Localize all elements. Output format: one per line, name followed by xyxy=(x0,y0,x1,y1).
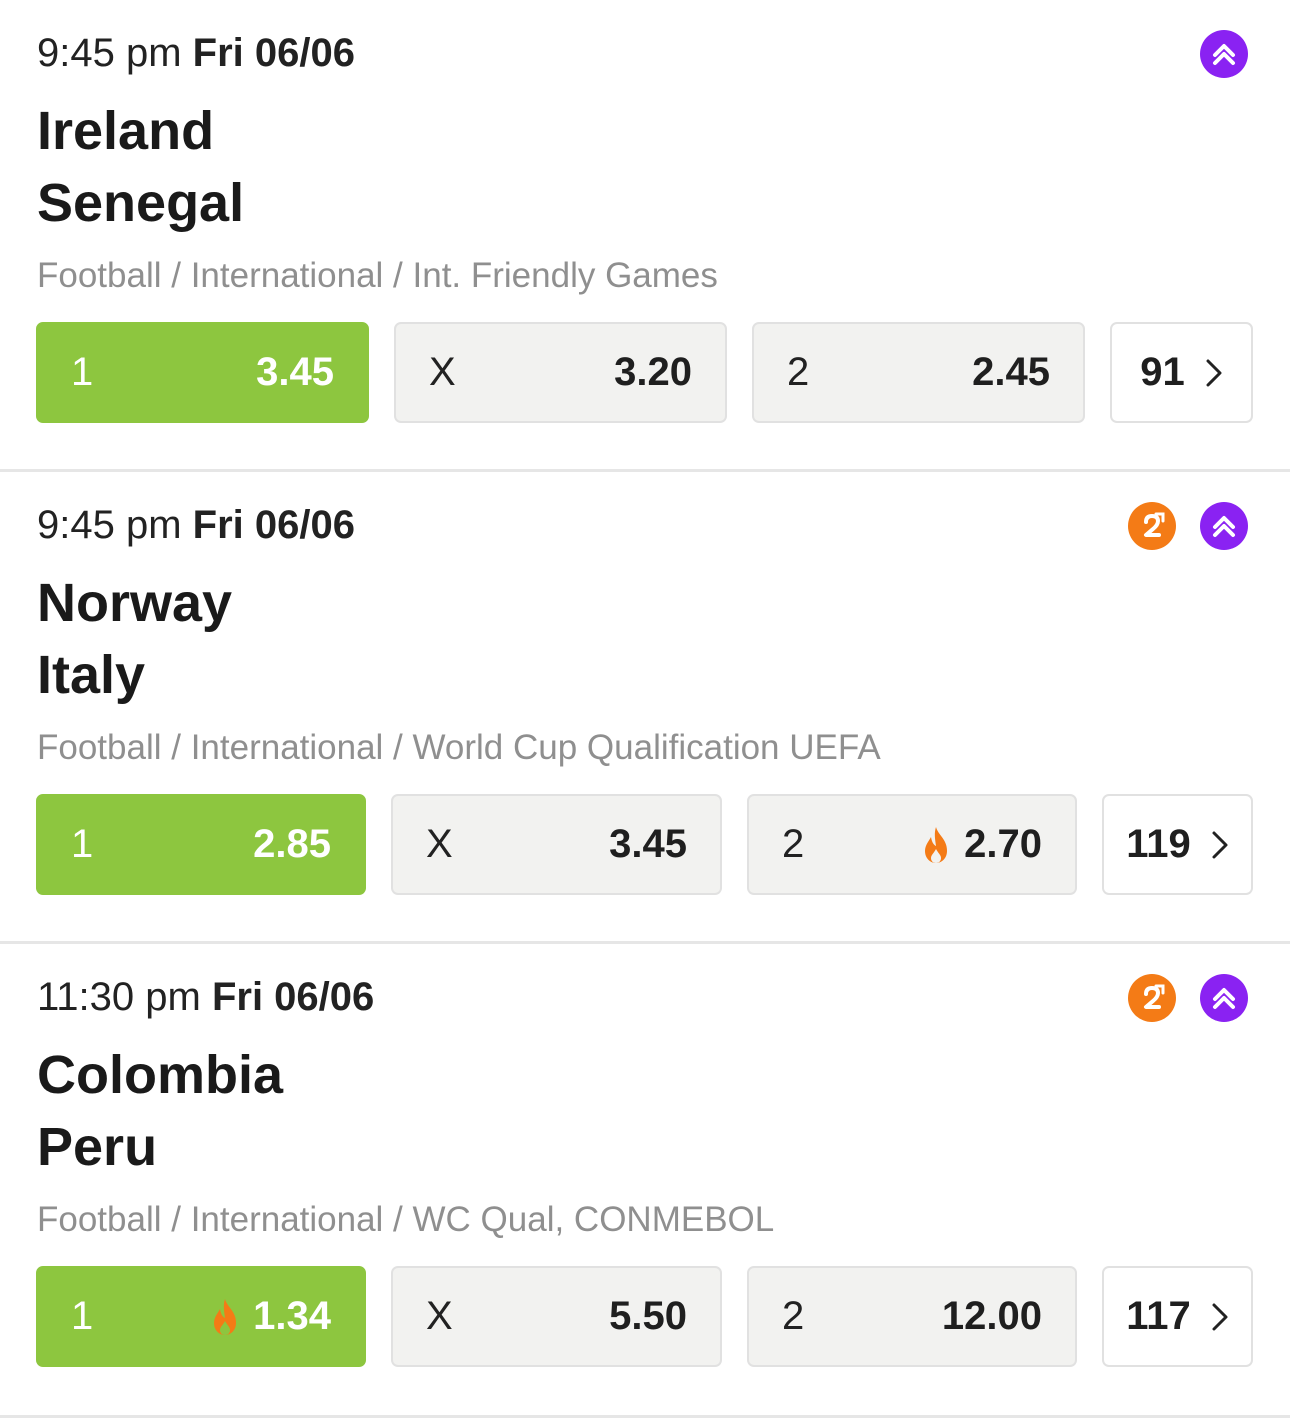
home-team[interactable]: Ireland xyxy=(37,100,214,162)
odds-button-draw[interactable]: X 3.45 xyxy=(391,794,722,895)
home-team[interactable]: Norway xyxy=(37,572,232,634)
more-markets-count: 119 xyxy=(1126,822,1191,866)
kickoff-time: 9:45 pm Fri 06/06 xyxy=(37,502,355,548)
kickoff-time: 11:30 pm Fri 06/06 xyxy=(37,974,374,1020)
kickoff-date: Fri 06/06 xyxy=(192,503,355,547)
home-team[interactable]: Colombia xyxy=(37,1044,283,1106)
outcome-label: 2 xyxy=(782,1294,805,1338)
kickoff-date: Fri 06/06 xyxy=(192,31,355,75)
odds-price: 1.34 xyxy=(253,1294,331,1338)
odds-button-draw[interactable]: X 3.20 xyxy=(394,322,727,423)
odds-price: 2.85 xyxy=(253,822,331,866)
more-markets-button[interactable]: 119 xyxy=(1102,794,1253,895)
odds-button-away[interactable]: 2 12.00 xyxy=(747,1266,1077,1367)
odds-button-home[interactable]: 1 3.45 xyxy=(36,322,369,423)
odds-button-away[interactable]: 2 2.45 xyxy=(752,322,1085,423)
outcome-label: 1 xyxy=(71,350,94,394)
boost-icon[interactable] xyxy=(1200,974,1248,1022)
odds-price: 2.45 xyxy=(972,350,1050,394)
promo-badges xyxy=(1128,502,1248,550)
away-team[interactable]: Senegal xyxy=(37,172,244,234)
outcome-label: 1 xyxy=(71,1294,94,1338)
odds-price: 5.50 xyxy=(609,1294,687,1338)
league-breadcrumb: Football / International / WC Qual, CONM… xyxy=(37,1200,775,1239)
promo-badges xyxy=(1128,974,1248,1022)
two-up-icon[interactable] xyxy=(1128,502,1176,550)
boost-icon[interactable] xyxy=(1200,502,1248,550)
odds-button-home[interactable]: 1 2.85 xyxy=(36,794,366,895)
chevron-right-icon xyxy=(1212,831,1228,858)
odds-price: 3.20 xyxy=(614,350,692,394)
more-markets-button[interactable]: 117 xyxy=(1102,1266,1253,1367)
kickoff-time-value: 11:30 pm xyxy=(37,975,201,1019)
flame-icon xyxy=(214,1298,237,1335)
odds-price: 12.00 xyxy=(941,1294,1042,1338)
league-breadcrumb: Football / International / Int. Friendly… xyxy=(37,256,718,295)
outcome-label: 1 xyxy=(71,822,94,866)
odds-row: 1 1.34 X 5.50 2 12.00 117 xyxy=(36,1266,1253,1367)
flame-icon xyxy=(925,826,948,863)
two-up-icon[interactable] xyxy=(1128,974,1176,1022)
chevron-right-icon xyxy=(1212,1303,1228,1330)
odds-button-home[interactable]: 1 1.34 xyxy=(36,1266,366,1367)
more-markets-button[interactable]: 91 xyxy=(1110,322,1253,423)
promo-badges xyxy=(1200,30,1248,78)
more-markets-count: 91 xyxy=(1140,350,1185,394)
kickoff-time-value: 9:45 pm xyxy=(37,31,182,75)
boost-icon[interactable] xyxy=(1200,30,1248,78)
away-team[interactable]: Peru xyxy=(37,1116,157,1178)
odds-row: 1 2.85 X 3.45 2 2.70 119 xyxy=(36,794,1253,895)
kickoff-date: Fri 06/06 xyxy=(211,975,375,1019)
outcome-label: X xyxy=(429,350,456,394)
league-breadcrumb: Football / International / World Cup Qua… xyxy=(37,728,881,767)
match-card[interactable]: 9:45 pm Fri 06/06 Ireland Senegal Footba… xyxy=(0,0,1290,472)
outcome-label: 2 xyxy=(787,350,810,394)
chevron-right-icon xyxy=(1206,359,1222,386)
odds-button-away[interactable]: 2 2.70 xyxy=(747,794,1077,895)
odds-price: 3.45 xyxy=(256,350,334,394)
away-team[interactable]: Italy xyxy=(37,644,145,706)
outcome-label: X xyxy=(426,1294,453,1338)
odds-price: 3.45 xyxy=(609,822,687,866)
odds-row: 1 3.45 X 3.20 2 2.45 91 xyxy=(36,322,1253,423)
match-card[interactable]: 9:45 pm Fri 06/06 Norway Italy Football … xyxy=(0,472,1290,944)
odds-price: 2.70 xyxy=(964,822,1042,866)
odds-button-draw[interactable]: X 5.50 xyxy=(391,1266,722,1367)
kickoff-time-value: 9:45 pm xyxy=(37,503,182,547)
kickoff-time: 9:45 pm Fri 06/06 xyxy=(37,30,355,76)
outcome-label: 2 xyxy=(782,822,805,866)
more-markets-count: 117 xyxy=(1126,1294,1191,1338)
outcome-label: X xyxy=(426,822,453,866)
match-card[interactable]: 11:30 pm Fri 06/06 Colombia Peru Footbal… xyxy=(0,944,1290,1418)
